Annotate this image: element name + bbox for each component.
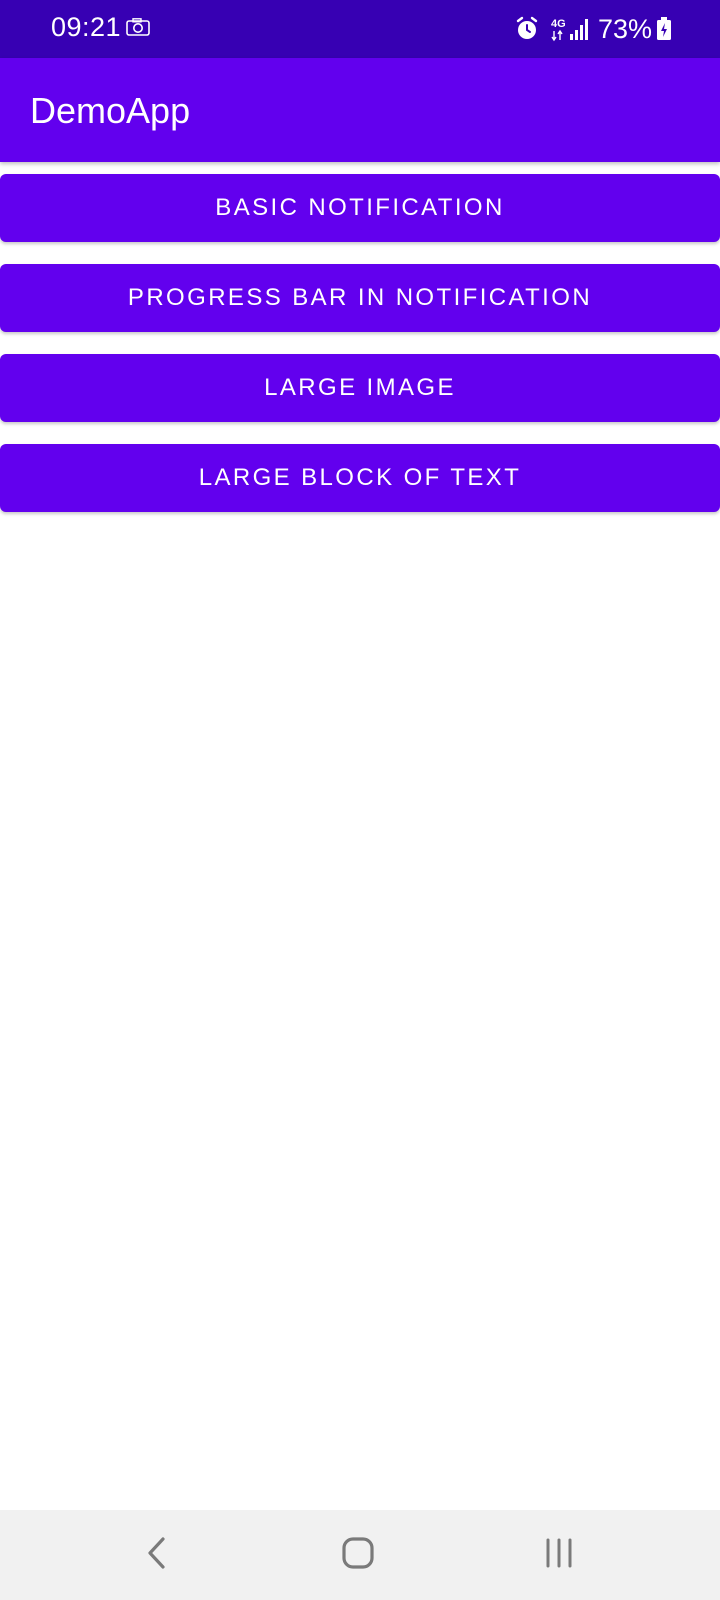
large-image-button[interactable]: LARGE IMAGE <box>0 354 720 422</box>
status-indicators: 4G 73% <box>514 10 672 48</box>
app-title: DemoApp <box>30 90 191 131</box>
navigation-bar <box>0 1510 720 1600</box>
back-button[interactable] <box>127 1525 187 1585</box>
back-icon <box>145 1536 169 1575</box>
home-button[interactable] <box>328 1525 388 1585</box>
signal-icon: 4G <box>550 16 590 42</box>
network-type-label: 4G <box>551 18 566 30</box>
recents-button[interactable] <box>529 1525 589 1585</box>
battery-charging-icon <box>656 17 672 41</box>
alarm-icon <box>514 16 540 42</box>
battery-percent: 73% <box>597 13 652 44</box>
screen: 09:21 4G 73% DemoApp BASIC NOTIFICATION … <box>0 0 720 1600</box>
progress-bar-notification-button[interactable]: PROGRESS BAR IN NOTIFICATION <box>0 264 720 332</box>
status-bar: 09:21 4G 73% <box>0 0 720 58</box>
home-icon <box>341 1536 375 1575</box>
status-time: 09:21 <box>51 12 122 42</box>
large-block-of-text-button[interactable]: LARGE BLOCK OF TEXT <box>0 444 720 512</box>
recents-icon <box>544 1538 574 1573</box>
basic-notification-button[interactable]: BASIC NOTIFICATION <box>0 174 720 242</box>
app-bar: DemoApp <box>0 58 720 162</box>
camera-icon <box>126 18 150 36</box>
